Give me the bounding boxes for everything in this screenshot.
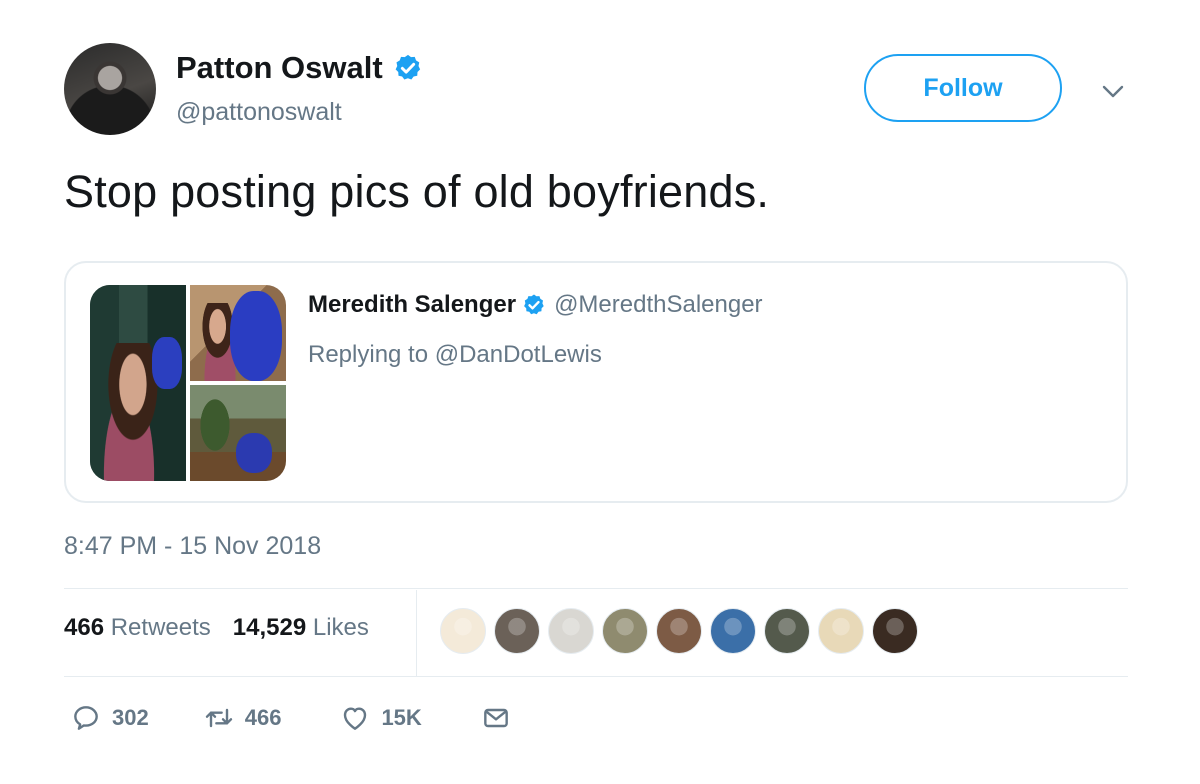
- retweets-label: Retweets: [110, 614, 211, 641]
- heart-icon[interactable]: [339, 702, 371, 734]
- chevron-down-icon[interactable]: [1100, 80, 1126, 102]
- stats-separator: [416, 590, 417, 676]
- quoted-tweet-photo-3[interactable]: [190, 385, 286, 481]
- liker-avatar-5[interactable]: [656, 608, 702, 654]
- envelope-icon[interactable]: [480, 702, 512, 734]
- quoted-tweet-photo-2[interactable]: [190, 285, 286, 381]
- quoted-tweet-media[interactable]: [90, 285, 286, 481]
- reply-count: 302: [112, 705, 149, 730]
- like-count: 15K: [381, 705, 422, 730]
- retweets-stat[interactable]: 466 Retweets: [64, 614, 211, 642]
- reply-action[interactable]: 302: [70, 702, 149, 734]
- divider: [64, 588, 1128, 589]
- tweet-text: Stop posting pics of old boyfriends.: [64, 166, 770, 217]
- liker-avatar-8[interactable]: [818, 608, 864, 654]
- author-name-row: Patton Oswalt: [176, 50, 423, 86]
- divider: [64, 676, 1128, 677]
- quoted-author-handle: @MeredthSalenger: [554, 291, 763, 318]
- retweets-count: 466: [64, 614, 105, 641]
- liker-avatar-9[interactable]: [872, 608, 918, 654]
- author-handle[interactable]: @pattonoswalt: [176, 98, 342, 127]
- tweet-card: Patton Oswalt @pattonoswalt Follow Stop …: [0, 0, 1200, 784]
- tweet-timestamp[interactable]: 8:47 PM - 15 Nov 2018: [64, 532, 321, 561]
- quoted-tweet-photo-1[interactable]: [90, 285, 186, 481]
- retweet-count: 466: [244, 705, 282, 730]
- retweet-action[interactable]: 466: [203, 702, 282, 734]
- liker-avatar-7[interactable]: [764, 608, 810, 654]
- liker-avatar-3[interactable]: [548, 608, 594, 654]
- quoted-tweet[interactable]: Meredith Salenger @MeredthSalenger Reply…: [64, 261, 1128, 503]
- author-avatar[interactable]: [64, 43, 156, 135]
- liker-avatar-6[interactable]: [710, 608, 756, 654]
- quoted-author-name: Meredith Salenger: [308, 291, 517, 318]
- likes-label: Likes: [312, 614, 369, 641]
- likes-stat[interactable]: 14,529 Likes: [233, 614, 369, 642]
- liker-avatar-4[interactable]: [602, 608, 648, 654]
- retweet-icon[interactable]: [203, 702, 235, 734]
- liker-avatars: [440, 608, 926, 654]
- direct-message-action[interactable]: [480, 702, 512, 734]
- author-name[interactable]: Patton Oswalt: [176, 50, 383, 86]
- tweet-stats: 466 Retweets 14,529 Likes: [64, 614, 391, 642]
- follow-button[interactable]: Follow: [864, 54, 1062, 122]
- tweet-actions: 302 466 15K: [70, 702, 512, 734]
- quoted-tweet-header: Meredith Salenger @MeredthSalenger: [308, 291, 763, 319]
- reply-icon[interactable]: [70, 702, 102, 734]
- liker-avatar-2[interactable]: [494, 608, 540, 654]
- liker-avatar-1[interactable]: [440, 608, 486, 654]
- verified-badge-icon: [395, 54, 420, 80]
- verified-badge-icon: [524, 294, 544, 315]
- like-action[interactable]: 15K: [339, 702, 422, 734]
- quoted-tweet-replying-to: Replying to @DanDotLewis: [308, 341, 602, 368]
- likes-count: 14,529: [232, 614, 307, 641]
